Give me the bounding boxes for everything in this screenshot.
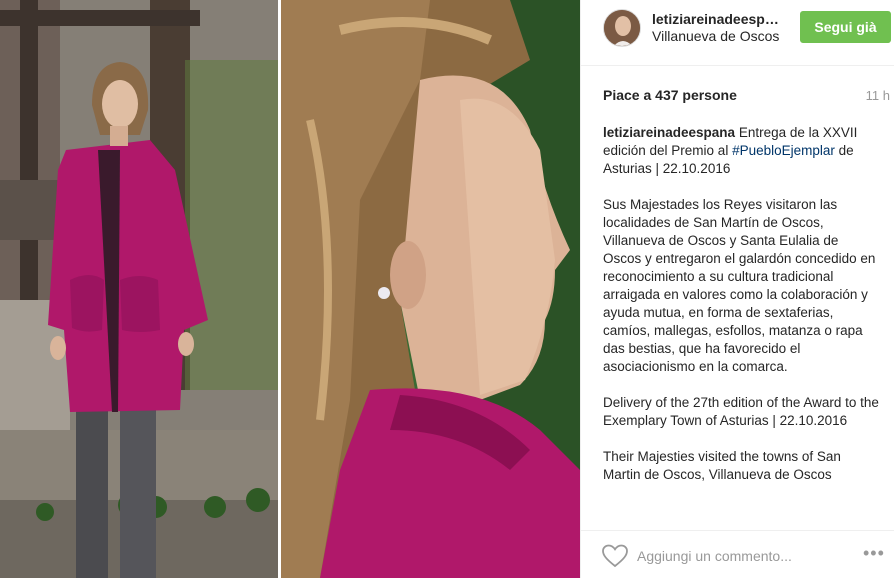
post-side-panel: letiziareinadeespana Villanueva de Oscos… [580, 0, 894, 578]
post-caption: letiziareinadeespana Entrega de la XXVII… [603, 124, 879, 524]
post-header: letiziareinadeespana Villanueva de Oscos… [581, 0, 894, 66]
post-location[interactable]: Villanueva de Oscos [652, 28, 782, 44]
comment-bar: ••• [581, 530, 894, 578]
comment-input[interactable] [637, 546, 847, 566]
caption-username[interactable]: letiziareinadeespana [603, 125, 735, 140]
caption-paragraph: Sus Majestades los Reyes visitaron las l… [603, 197, 876, 374]
caption-paragraph: Delivery of the 27th edition of the Awar… [603, 395, 879, 428]
more-options-icon[interactable]: ••• [863, 543, 885, 564]
photo-divider [278, 0, 281, 578]
author-avatar[interactable] [603, 9, 641, 47]
likes-count[interactable]: Piace a 437 persone [603, 87, 737, 103]
photo-panel-profile-closeup [280, 0, 580, 578]
photo-panel-full-body [0, 0, 280, 578]
author-username[interactable]: letiziareinadeespana [652, 11, 782, 27]
caption-paragraph: Their Majesties visited the towns of San… [603, 449, 841, 482]
post-photo[interactable] [0, 0, 580, 578]
following-button[interactable]: Segui già [800, 11, 891, 43]
caption-intro: letiziareinadeespana Entrega de la XXVII… [603, 124, 879, 178]
caption-hashtag[interactable]: #PuebloEjemplar [732, 143, 835, 158]
post-timestamp[interactable]: 11 h [866, 88, 890, 103]
heart-outline-icon[interactable] [602, 544, 628, 568]
